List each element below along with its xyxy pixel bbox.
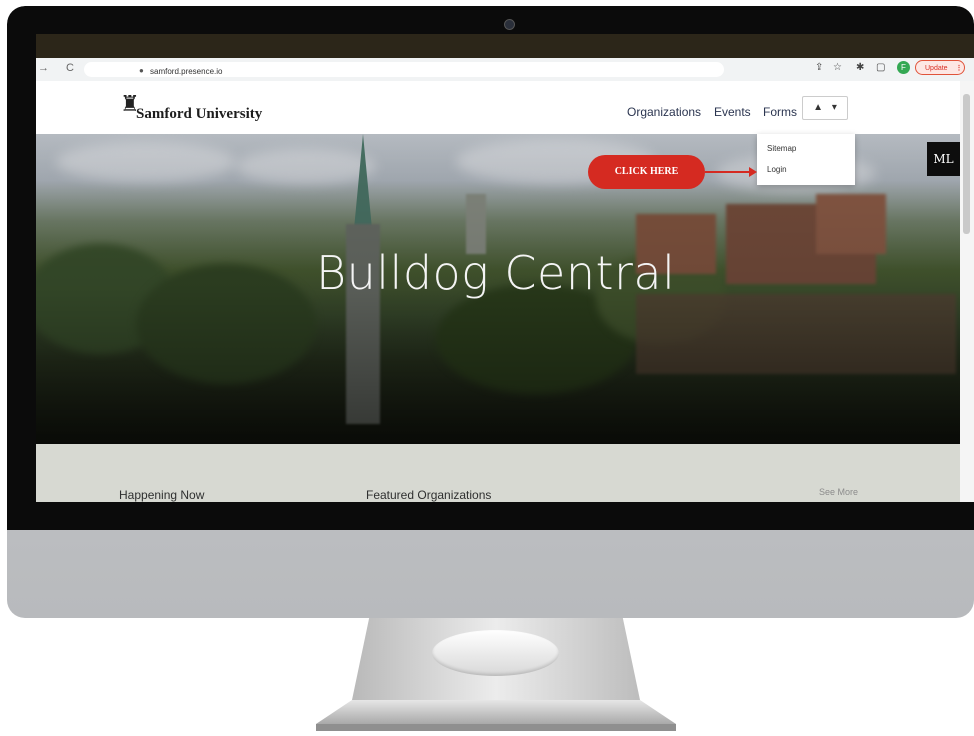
menu-item-sitemap[interactable]: Sitemap — [767, 144, 796, 153]
caret-down-icon: ▾ — [831, 102, 837, 113]
site-header: ♜ Samford University Organizations Event… — [36, 81, 960, 134]
kebab-menu-icon[interactable]: ⋮ — [956, 65, 963, 72]
monitor-bezel: → C ● samford.presence.io ⇪ ☆ ✱ ▢ F Upda… — [7, 6, 974, 530]
update-label: Update — [925, 65, 948, 72]
nav-organizations[interactable]: Organizations — [627, 105, 701, 119]
nav-events[interactable]: Events — [714, 105, 751, 119]
happening-now-heading: Happening Now — [119, 488, 205, 502]
puzzle-icon[interactable]: ✱ — [856, 62, 864, 73]
content-section: Happening Now Featured Organizations See… — [36, 444, 960, 502]
click-here-callout: CLICK HERE — [588, 155, 705, 189]
ml-badge[interactable]: ML — [927, 142, 960, 176]
lock-icon[interactable]: ● — [139, 66, 144, 75]
star-icon[interactable]: ☆ — [833, 62, 842, 73]
update-button[interactable]: Update ⋮ — [915, 60, 965, 75]
sidepanel-icon[interactable]: ▢ — [876, 62, 885, 73]
reload-icon[interactable]: C — [66, 62, 74, 74]
nav-forms[interactable]: Forms — [763, 105, 797, 119]
screen: → C ● samford.presence.io ⇪ ☆ ✱ ▢ F Upda… — [36, 34, 974, 502]
hero-title: Bulldog Central — [316, 246, 676, 300]
user-dropdown-menu: Sitemap Login — [757, 134, 855, 185]
webcam-icon — [504, 19, 515, 30]
user-menu-button[interactable]: ▲ ▾ — [802, 96, 848, 120]
share-icon[interactable]: ⇪ — [815, 62, 823, 73]
menu-item-login[interactable]: Login — [767, 165, 787, 174]
url-text: samford.presence.io — [150, 67, 223, 76]
monitor: → C ● samford.presence.io ⇪ ☆ ✱ ▢ F Upda… — [7, 6, 974, 618]
callout-arrow-line — [705, 171, 753, 173]
arrow-right-icon — [749, 167, 757, 177]
stand-oval-highlight — [432, 630, 559, 676]
address-bar[interactable]: ● samford.presence.io — [84, 62, 724, 77]
back-arrow-icon[interactable]: → — [38, 62, 49, 74]
site-logo-text[interactable]: Samford University — [136, 106, 262, 123]
user-icon: ▲ — [813, 102, 824, 113]
see-more-link[interactable]: See More — [819, 487, 858, 497]
os-top-strip — [36, 34, 974, 58]
profile-avatar[interactable]: F — [897, 61, 910, 74]
featured-organizations-heading: Featured Organizations — [366, 488, 492, 502]
browser-toolbar: → C ● samford.presence.io ⇪ ☆ ✱ ▢ F Upda… — [36, 58, 974, 82]
scrollbar-thumb[interactable] — [963, 94, 970, 234]
